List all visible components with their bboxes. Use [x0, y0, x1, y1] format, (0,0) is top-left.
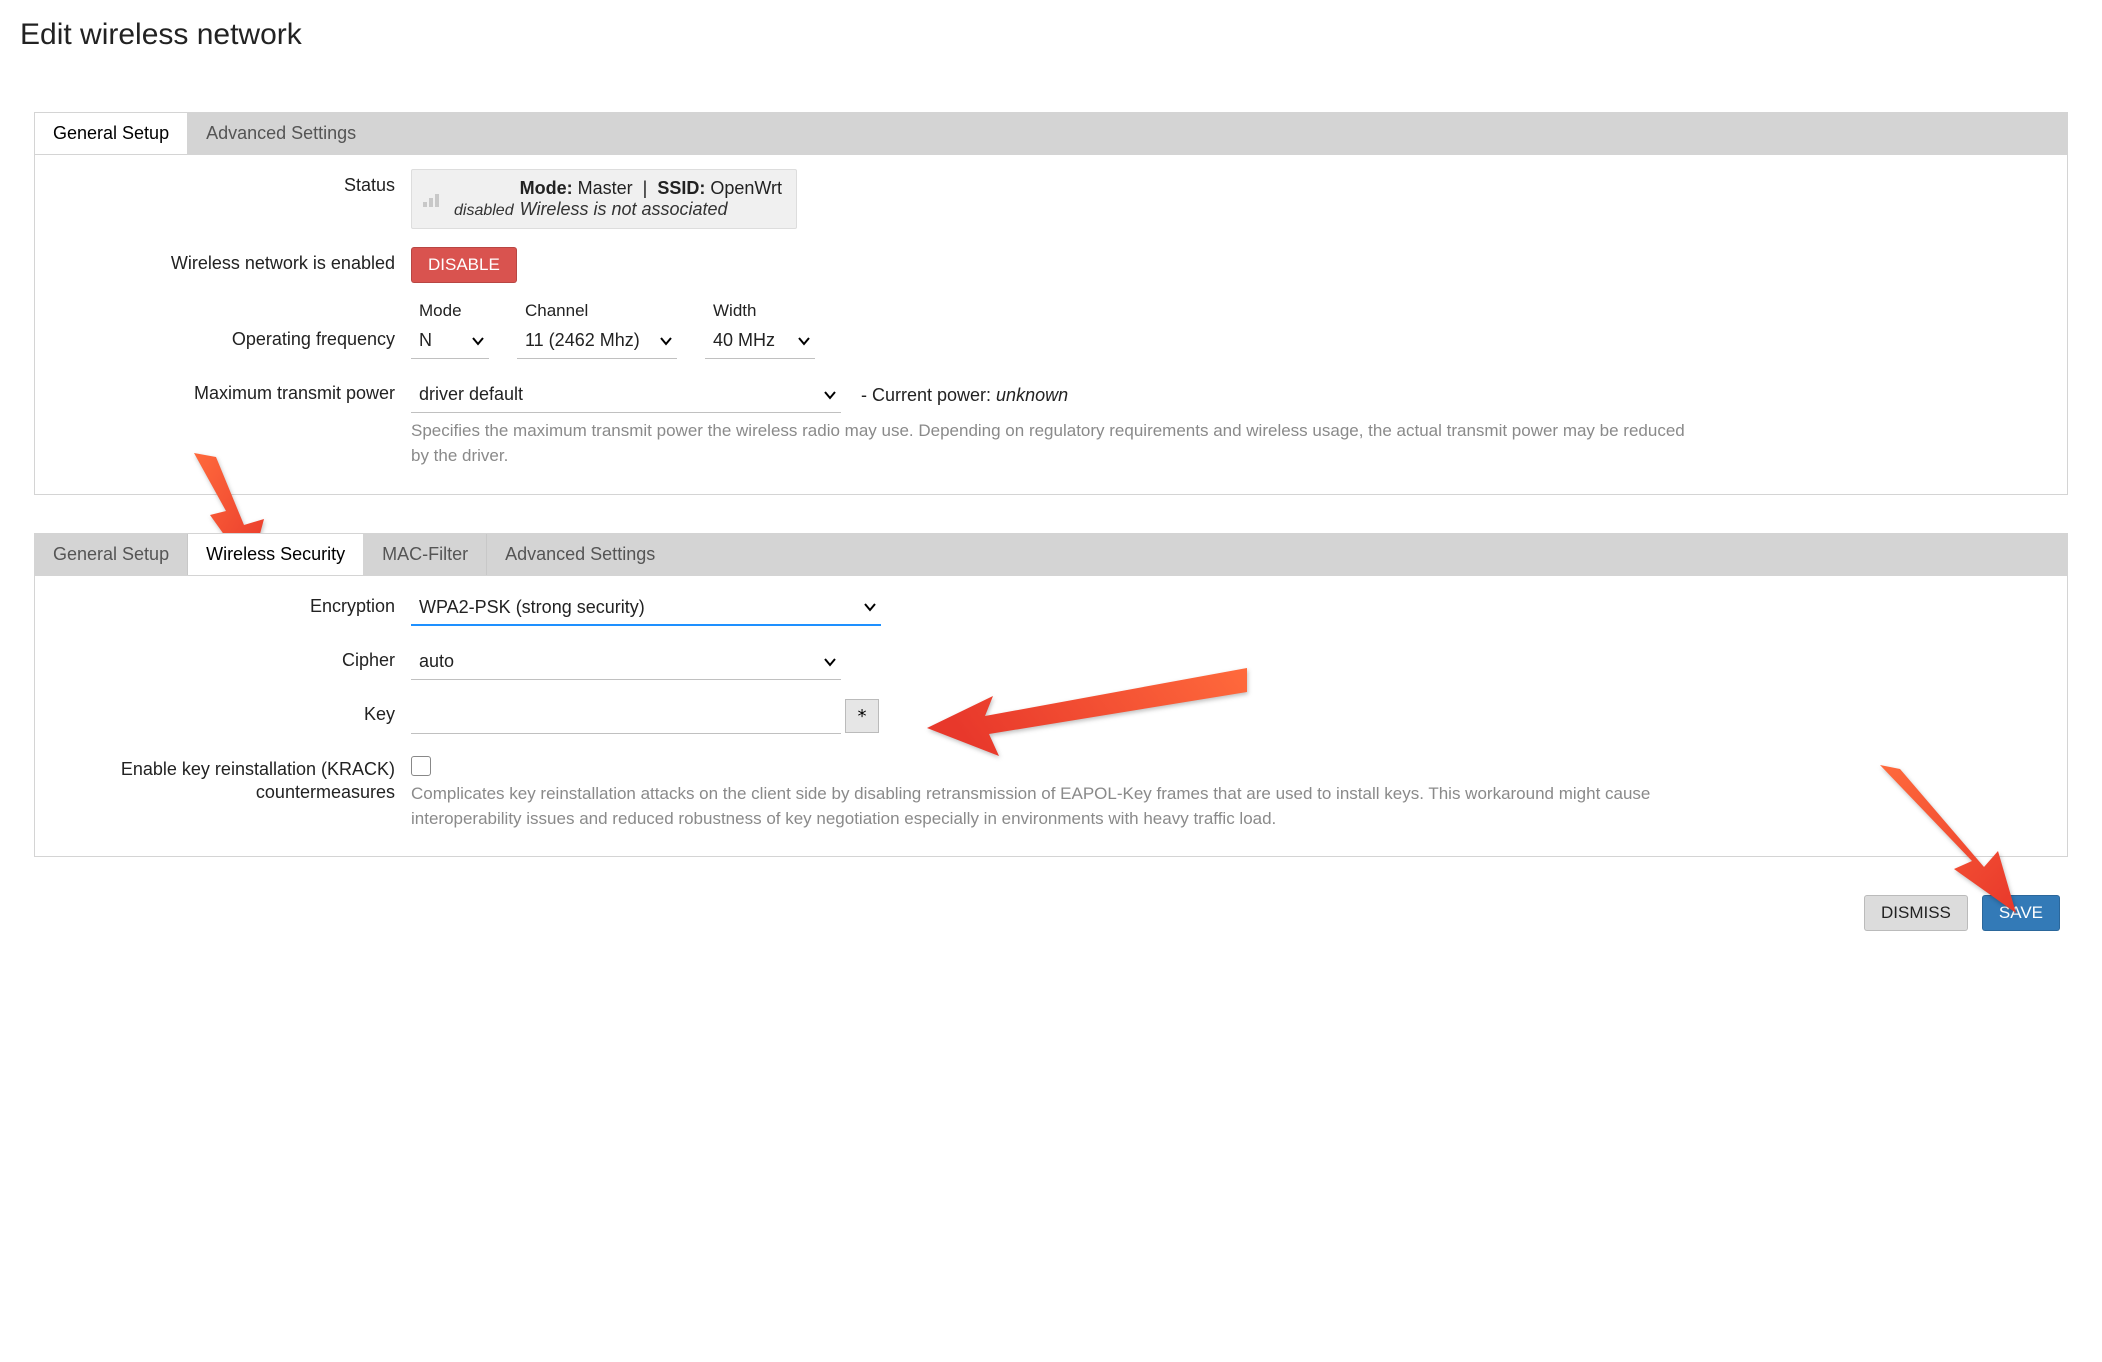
interface-tabs: General Setup Wireless Security MAC-Filt… — [35, 534, 2067, 576]
row-enabled: Wireless network is enabled DISABLE — [57, 247, 2045, 283]
device-tabs: General Setup Advanced Settings — [35, 113, 2067, 155]
select-encryption[interactable]: WPA2-PSK (strong security) — [411, 590, 881, 626]
row-status: Status disabled Mode: Master | SSID: Ope… — [57, 169, 2045, 229]
status-association: Wireless is not associated — [520, 199, 728, 219]
label-mode-column: Mode — [411, 301, 503, 321]
label-status: Status — [57, 169, 411, 196]
select-encryption-value: WPA2-PSK (strong security) — [419, 597, 645, 618]
tab-mac-filter[interactable]: MAC-Filter — [364, 534, 487, 575]
select-cipher-value: auto — [419, 651, 454, 672]
dismiss-button[interactable]: DISMISS — [1864, 895, 1968, 931]
chevron-down-icon — [823, 655, 837, 669]
save-button[interactable]: SAVE — [1982, 895, 2060, 931]
select-tx-power-value: driver default — [419, 384, 523, 405]
select-mode-value: N — [419, 330, 432, 351]
help-tx-power: Specifies the maximum transmit power the… — [411, 419, 1691, 468]
row-key: Key * — [57, 698, 2045, 734]
label-key: Key — [57, 698, 411, 725]
tab-advanced-settings-2[interactable]: Advanced Settings — [487, 534, 673, 575]
label-channel-column: Channel — [517, 301, 691, 321]
chevron-down-icon — [797, 334, 811, 348]
chevron-down-icon — [659, 334, 673, 348]
chevron-down-icon — [471, 334, 485, 348]
status-mode-value: Master — [578, 178, 633, 198]
tab-wireless-security[interactable]: Wireless Security — [188, 534, 364, 575]
status-ssid-value: OpenWrt — [710, 178, 782, 198]
select-width[interactable]: 40 MHz — [705, 323, 815, 359]
select-channel-value: 11 (2462 Mhz) — [525, 330, 640, 351]
tab-general-setup[interactable]: General Setup — [35, 113, 188, 154]
select-width-value: 40 MHz — [713, 330, 775, 351]
status-disabled-word: disabled — [454, 202, 514, 220]
label-operating-frequency: Operating frequency — [57, 301, 411, 350]
chevron-down-icon — [823, 388, 837, 402]
status-card: disabled Mode: Master | SSID: OpenWrt Wi… — [411, 169, 797, 229]
label-width-column: Width — [705, 301, 829, 321]
label-krack: Enable key reinstallation (KRACK) counte… — [57, 752, 411, 803]
row-krack: Enable key reinstallation (KRACK) counte… — [57, 752, 2045, 831]
reveal-key-button[interactable]: * — [845, 699, 879, 733]
label-encryption: Encryption — [57, 590, 411, 617]
dialog-footer: DISMISS SAVE — [16, 895, 2086, 931]
row-max-tx-power: Maximum transmit power driver default - … — [57, 377, 2045, 468]
key-input[interactable] — [411, 698, 841, 734]
status-mode-label: Mode: — [520, 178, 573, 198]
help-krack: Complicates key reinstallation attacks o… — [411, 782, 1691, 831]
device-config-panel: General Setup Advanced Settings Status d… — [34, 112, 2068, 495]
row-operating-frequency: Operating frequency Mode N Channel 11 (2… — [57, 301, 2045, 359]
krack-checkbox[interactable] — [411, 756, 431, 776]
row-cipher: Cipher auto — [57, 644, 2045, 680]
select-mode[interactable]: N — [411, 323, 489, 359]
tab-general-setup-2[interactable]: General Setup — [35, 534, 188, 575]
chevron-down-icon — [863, 600, 877, 614]
status-ssid-label: SSID: — [657, 178, 705, 198]
label-max-tx-power: Maximum transmit power — [57, 377, 411, 404]
current-power-text: - Current power: unknown — [861, 385, 1068, 406]
select-cipher[interactable]: auto — [411, 644, 841, 680]
interface-config-panel: General Setup Wireless Security MAC-Filt… — [34, 533, 2068, 856]
page-title: Edit wireless network — [20, 18, 2086, 52]
label-cipher: Cipher — [57, 644, 411, 671]
select-channel[interactable]: 11 (2462 Mhz) — [517, 323, 677, 359]
disable-button[interactable]: DISABLE — [411, 247, 517, 283]
tab-advanced-settings[interactable]: Advanced Settings — [188, 113, 374, 154]
row-encryption: Encryption WPA2-PSK (strong security) — [57, 590, 2045, 626]
signal-icon — [422, 190, 444, 208]
select-tx-power[interactable]: driver default — [411, 377, 841, 413]
label-enabled: Wireless network is enabled — [57, 247, 411, 274]
